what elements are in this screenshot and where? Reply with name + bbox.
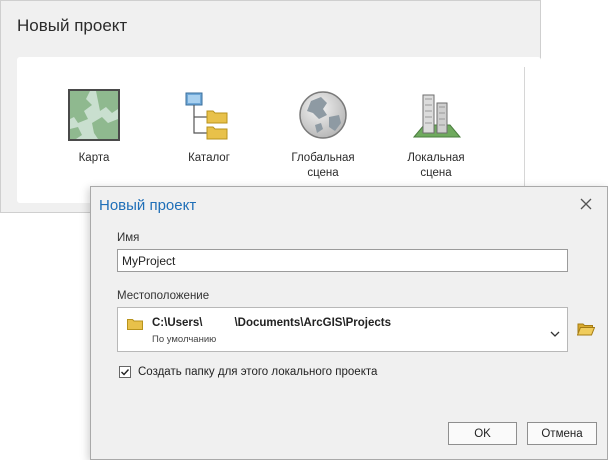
catalog-icon [183, 89, 235, 141]
template-local-scene[interactable]: Локальная сцена [386, 89, 486, 181]
folder-icon [127, 317, 143, 330]
globe-icon [297, 89, 349, 141]
name-label: Имя [117, 232, 140, 244]
cancel-button[interactable]: Отмена [527, 422, 597, 445]
location-path: C:\Users\ \Documents\ArcGIS\Projects [152, 317, 392, 329]
template-panel-scrollbar[interactable] [524, 67, 525, 187]
location-dropdown[interactable]: C:\Users\ \Documents\ArcGIS\Projects По … [117, 307, 568, 352]
project-name-input[interactable] [117, 249, 568, 272]
background-new-project-window: Новый проект Карта Каталог Глобальная сц… [0, 0, 541, 213]
location-default-note: По умолчанию [152, 334, 217, 345]
create-folder-option[interactable]: Создать папку для этого локального проек… [119, 365, 377, 379]
browse-folder-button[interactable] [576, 321, 596, 337]
new-project-dialog: Новый проект Имя Местоположение C:\Users… [90, 186, 608, 460]
map-icon [68, 89, 120, 141]
close-icon[interactable] [577, 195, 595, 213]
ok-button[interactable]: OK [448, 422, 517, 445]
local-scene-icon [410, 89, 462, 141]
background-window-title: Новый проект [17, 16, 128, 35]
template-global-scene[interactable]: Глобальная сцена [273, 89, 373, 181]
dialog-title: Новый проект [99, 197, 197, 214]
create-folder-label: Создать папку для этого локального проек… [138, 366, 378, 378]
template-catalog[interactable]: Каталог [159, 89, 259, 166]
template-map[interactable]: Карта [44, 89, 144, 166]
template-global-scene-label: Глобальная сцена [291, 152, 355, 179]
template-local-scene-label: Локальная сцена [407, 152, 465, 179]
template-catalog-label: Каталог [188, 152, 230, 164]
chevron-down-icon[interactable] [550, 325, 560, 337]
create-folder-checkbox[interactable] [119, 366, 131, 378]
location-label: Местоположение [117, 290, 210, 302]
template-map-label: Карта [78, 152, 110, 164]
